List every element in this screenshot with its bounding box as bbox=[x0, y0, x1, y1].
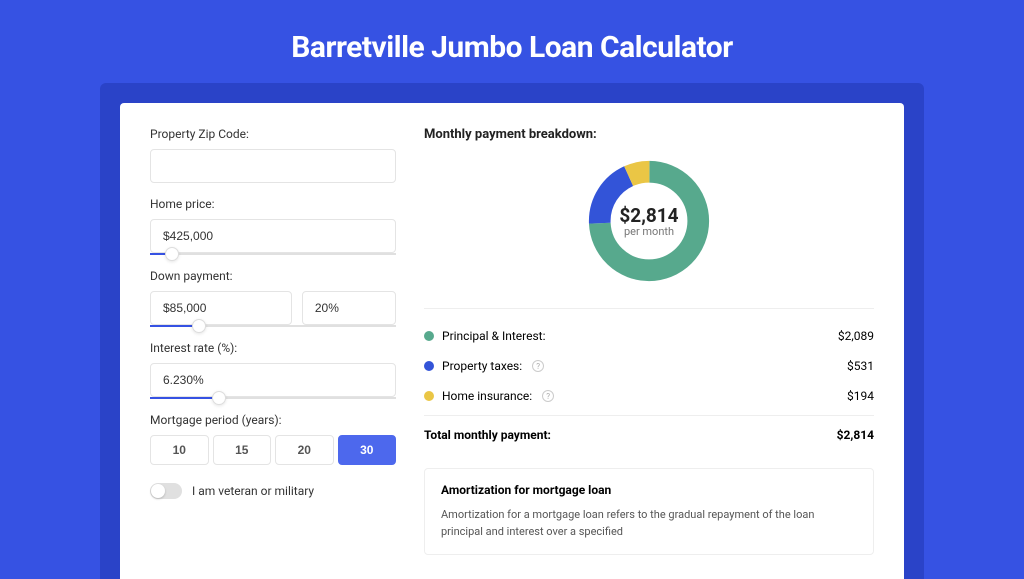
down-payment-slider[interactable] bbox=[150, 325, 396, 327]
veteran-toggle[interactable] bbox=[150, 483, 182, 499]
breakdown-label: Property taxes: bbox=[442, 359, 522, 373]
breakdown-value: $531 bbox=[847, 359, 874, 373]
zip-label: Property Zip Code: bbox=[150, 127, 396, 141]
home-price-group: Home price: bbox=[150, 197, 396, 255]
period-buttons: 10 15 20 30 bbox=[150, 435, 396, 465]
interest-slider[interactable] bbox=[150, 397, 396, 399]
divider bbox=[424, 308, 874, 309]
period-btn-20[interactable]: 20 bbox=[275, 435, 334, 465]
total-value: $2,814 bbox=[837, 428, 874, 442]
interest-group: Interest rate (%): bbox=[150, 341, 396, 399]
period-label: Mortgage period (years): bbox=[150, 413, 396, 427]
interest-input[interactable] bbox=[150, 363, 396, 397]
period-btn-10[interactable]: 10 bbox=[150, 435, 209, 465]
period-btn-15[interactable]: 15 bbox=[213, 435, 272, 465]
total-label: Total monthly payment: bbox=[424, 428, 551, 442]
breakdown-label: Principal & Interest: bbox=[442, 329, 546, 343]
inputs-column: Property Zip Code: Home price: Down paym… bbox=[120, 103, 410, 579]
down-payment-pct-input[interactable] bbox=[302, 291, 396, 325]
zip-group: Property Zip Code: bbox=[150, 127, 396, 183]
slider-thumb[interactable] bbox=[212, 391, 226, 405]
home-price-label: Home price: bbox=[150, 197, 396, 211]
breakdown-value: $2,089 bbox=[838, 329, 874, 343]
calculator-card: Property Zip Code: Home price: Down paym… bbox=[120, 103, 904, 579]
donut-center: $2,814 per month bbox=[619, 204, 678, 238]
period-group: Mortgage period (years): 10 15 20 30 bbox=[150, 413, 396, 465]
down-payment-label: Down payment: bbox=[150, 269, 396, 283]
breakdown-column: Monthly payment breakdown: $2,814 per mo… bbox=[410, 103, 904, 579]
down-payment-group: Down payment: bbox=[150, 269, 396, 327]
breakdown-title: Monthly payment breakdown: bbox=[424, 127, 874, 142]
down-payment-input[interactable] bbox=[150, 291, 292, 325]
dot-icon bbox=[424, 391, 434, 401]
breakdown-row-principal: Principal & Interest: $2,089 bbox=[424, 321, 874, 351]
breakdown-row-taxes: Property taxes: ? $531 bbox=[424, 351, 874, 381]
slider-thumb[interactable] bbox=[165, 247, 179, 261]
interest-label: Interest rate (%): bbox=[150, 341, 396, 355]
page-title: Barretville Jumbo Loan Calculator bbox=[0, 0, 1024, 83]
amortization-title: Amortization for mortgage loan bbox=[441, 483, 857, 497]
breakdown-value: $194 bbox=[847, 389, 874, 403]
calculator-card-wrapper: Property Zip Code: Home price: Down paym… bbox=[100, 83, 924, 579]
toggle-knob bbox=[151, 484, 165, 498]
period-btn-30[interactable]: 30 bbox=[338, 435, 397, 465]
breakdown-label: Home insurance: bbox=[442, 389, 532, 403]
donut-sub: per month bbox=[619, 225, 678, 238]
veteran-label: I am veteran or military bbox=[192, 484, 314, 498]
info-icon[interactable]: ? bbox=[542, 390, 554, 402]
zip-input[interactable] bbox=[150, 149, 396, 183]
breakdown-row-insurance: Home insurance: ? $194 bbox=[424, 381, 874, 411]
veteran-row: I am veteran or military bbox=[150, 483, 396, 499]
donut-value: $2,814 bbox=[619, 204, 678, 227]
slider-thumb[interactable] bbox=[192, 319, 206, 333]
home-price-slider[interactable] bbox=[150, 253, 396, 255]
info-icon[interactable]: ? bbox=[532, 360, 544, 372]
dot-icon bbox=[424, 361, 434, 371]
donut-chart: $2,814 per month bbox=[424, 156, 874, 286]
dot-icon bbox=[424, 331, 434, 341]
breakdown-row-total: Total monthly payment: $2,814 bbox=[424, 415, 874, 450]
home-price-input[interactable] bbox=[150, 219, 396, 253]
